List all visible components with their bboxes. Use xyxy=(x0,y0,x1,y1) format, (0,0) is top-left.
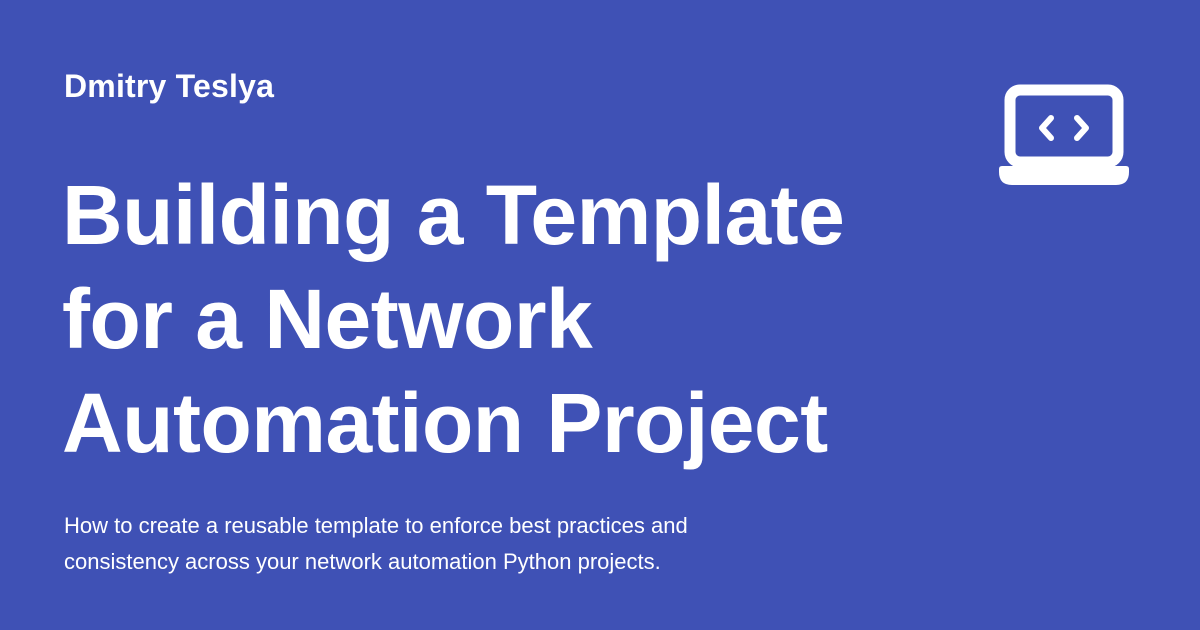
article-title-line: Building a Template xyxy=(62,168,845,262)
article-title: Building a Template for a Network Automa… xyxy=(62,163,922,475)
social-preview-card: Dmitry Teslya Building a Template for a … xyxy=(0,0,1200,630)
article-title-line: Automation Project xyxy=(62,376,828,470)
article-description: How to create a reusable template to enf… xyxy=(64,508,844,580)
laptop-code-icon xyxy=(999,84,1129,185)
author-name: Dmitry Teslya xyxy=(64,68,275,104)
article-title-line: for a Network xyxy=(62,272,593,366)
article-description-line: consistency across your network automati… xyxy=(64,549,661,574)
article-description-line: How to create a reusable template to enf… xyxy=(64,513,688,538)
